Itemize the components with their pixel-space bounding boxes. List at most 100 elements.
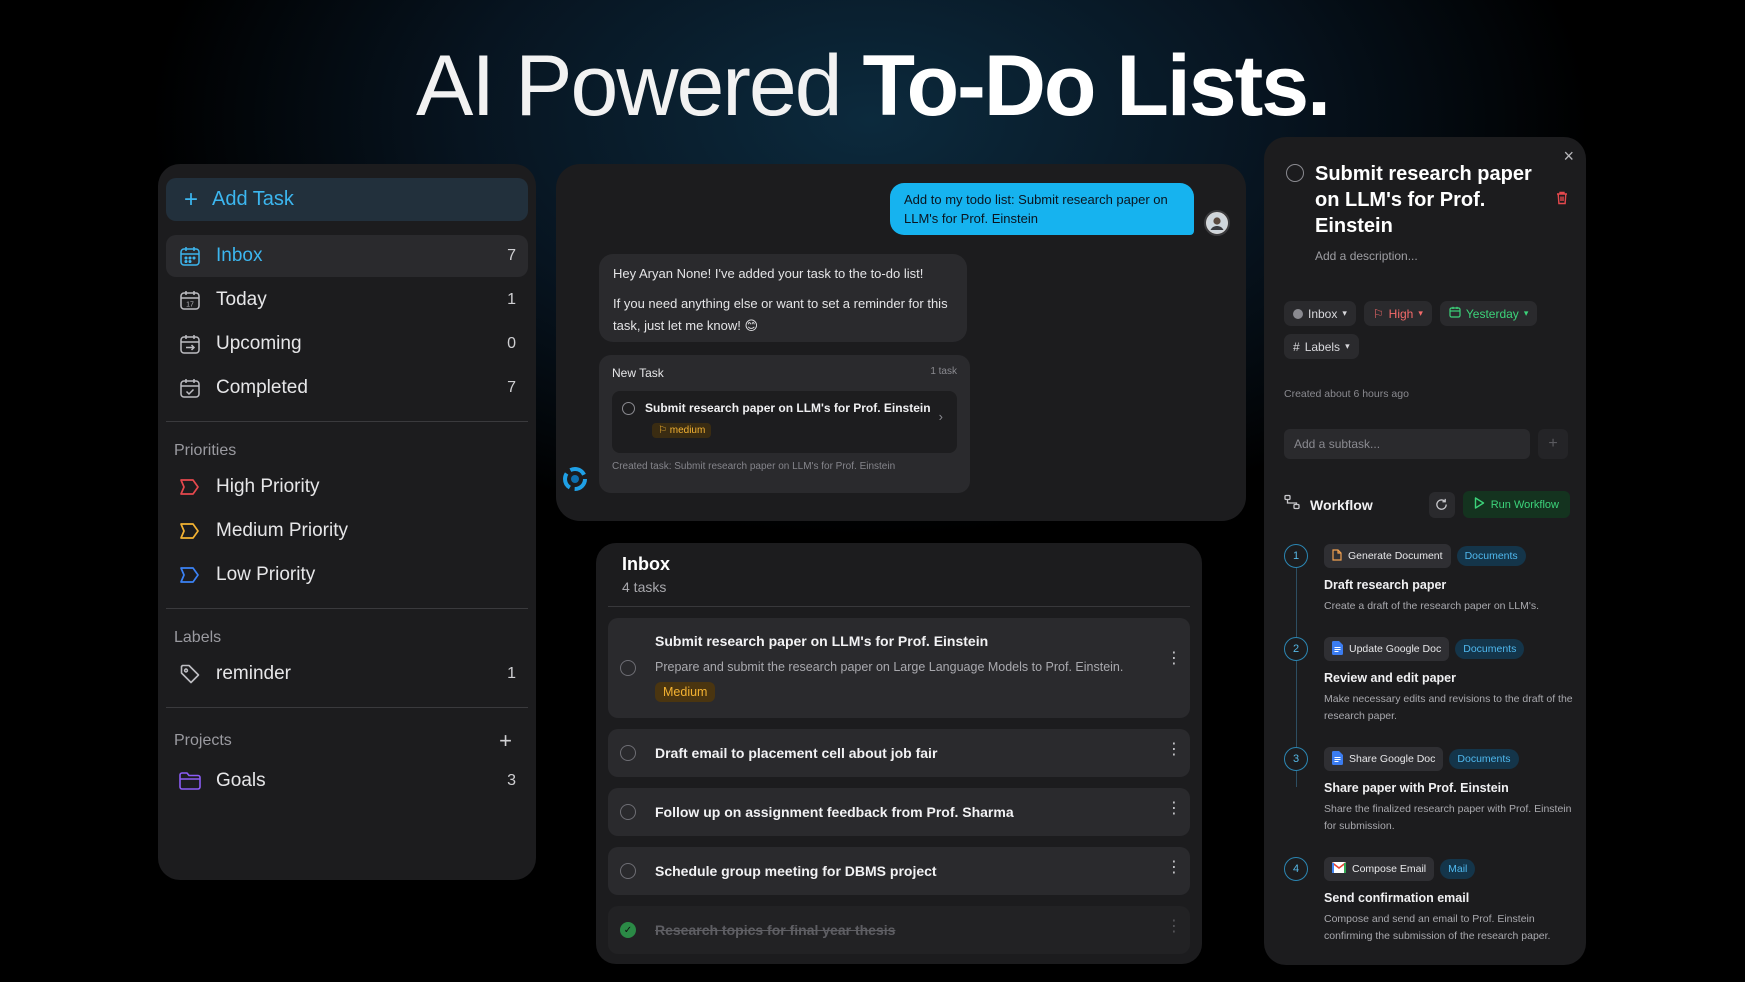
refresh-workflow-button[interactable] <box>1428 491 1455 518</box>
hero-heading: AI Powered To-Do Lists. <box>0 36 1745 136</box>
projects-title: Projects <box>174 732 232 749</box>
more-vertical-icon[interactable]: ⋮ <box>1166 860 1182 876</box>
task-checkbox[interactable] <box>622 401 635 415</box>
new-task-card-item[interactable]: Submit research paper on LLM's for Prof.… <box>612 391 957 453</box>
workflow-step[interactable]: 4 Compose Email Mail Send confirmation e… <box>1284 857 1574 952</box>
sidebar-item-medium-priority[interactable]: Medium Priority <box>166 510 528 552</box>
chevron-down-icon: ▾ <box>1342 308 1347 318</box>
due-date-label: Yesterday <box>1465 306 1519 321</box>
step-number: 1 <box>1284 544 1308 568</box>
sidebar-item-label: High Priority <box>216 476 320 497</box>
new-task-card: New Task 1 task Submit research paper on… <box>599 355 970 493</box>
task-checkbox[interactable] <box>620 804 636 820</box>
project-dot-icon <box>1293 308 1303 319</box>
medium-priority-flag-icon <box>178 519 202 543</box>
sidebar-item-count: 7 <box>507 247 516 264</box>
task-checkbox[interactable] <box>620 745 636 761</box>
workflow-step[interactable]: 3 Share Google Doc Documents Share paper… <box>1284 747 1574 837</box>
created-timestamp: Created about 6 hours ago <box>1284 388 1409 400</box>
assistant-message-line: If you need anything else or want to set… <box>613 296 948 333</box>
sidebar-item-low-priority[interactable]: Low Priority <box>166 554 528 596</box>
more-vertical-icon[interactable]: ⋮ <box>1166 919 1182 935</box>
task-title: Research topics for final year thesis <box>655 922 896 938</box>
task-meta-chips: Inbox ▾ ⚐ High ▾ Yesterday ▾ <box>1284 301 1538 326</box>
subtask-input[interactable] <box>1284 429 1530 459</box>
completed-calendar-icon <box>178 376 202 400</box>
sidebar-item-count: 0 <box>507 335 516 352</box>
new-task-card-count: 1 task <box>930 366 957 377</box>
inbox-list-panel: Inbox 4 tasks Submit research paper on L… <box>596 543 1202 964</box>
add-subtask-button[interactable]: + <box>1538 429 1568 459</box>
tool-tag: Generate Document <box>1324 544 1451 568</box>
priorities-title: Priorities <box>174 442 237 459</box>
sidebar-item-count: 3 <box>507 772 516 789</box>
task-row[interactable]: Schedule group meeting for DBMS project … <box>608 847 1190 895</box>
sidebar-item-project-goals[interactable]: Goals 3 <box>166 760 528 802</box>
task-checkbox[interactable] <box>620 660 636 676</box>
new-task-card-title: New Task <box>612 366 664 380</box>
more-vertical-icon[interactable]: ⋮ <box>1166 651 1182 667</box>
task-title: Schedule group meeting for DBMS project <box>655 863 937 879</box>
sidebar-item-label-reminder[interactable]: reminder 1 <box>166 653 528 695</box>
sidebar-item-today[interactable]: 17 Today 1 <box>166 279 528 321</box>
category-tag: Documents <box>1456 546 1526 566</box>
task-title: Draft email to placement cell about job … <box>655 745 938 761</box>
tool-tag-label: Update Google Doc <box>1349 643 1442 655</box>
inbox-header: Inbox 4 tasks <box>608 543 1190 607</box>
run-workflow-button[interactable]: Run Workflow <box>1462 491 1570 518</box>
more-vertical-icon[interactable]: ⋮ <box>1166 801 1182 817</box>
task-row[interactable]: Submit research paper on LLM's for Prof.… <box>608 618 1190 718</box>
description-placeholder[interactable]: Add a description... <box>1315 249 1418 263</box>
task-complete-checkbox[interactable] <box>1286 164 1304 182</box>
workflow-title: Workflow <box>1310 496 1373 513</box>
workflow-step[interactable]: 2 Update Google Doc Documents Review and… <box>1284 637 1574 727</box>
priority-select[interactable]: ⚐ High ▾ <box>1363 301 1432 326</box>
task-description: Prepare and submit the research paper on… <box>655 660 1124 674</box>
trash-icon[interactable] <box>1556 191 1568 210</box>
sidebar-item-label: Low Priority <box>216 564 316 585</box>
sidebar-item-count: 1 <box>507 665 516 682</box>
tool-tag-label: Share Google Doc <box>1349 753 1436 765</box>
assistant-message-bubble: Hey Aryan None! I've added your task to … <box>599 254 967 342</box>
step-description: Compose and send an email to Prof. Einst… <box>1324 913 1551 942</box>
user-message-bubble: Add to my todo list: Submit research pap… <box>890 183 1194 235</box>
hero-bold-text: To-Do Lists. <box>862 38 1331 134</box>
add-task-button[interactable]: + Add Task <box>166 178 528 221</box>
inbox-task-count: 4 tasks <box>622 579 667 595</box>
category-tag: Documents <box>1449 749 1519 769</box>
svg-text:17: 17 <box>186 302 194 309</box>
chevron-down-icon: ▾ <box>1418 308 1423 318</box>
more-vertical-icon[interactable]: ⋮ <box>1166 742 1182 758</box>
add-project-button[interactable]: + <box>499 728 512 754</box>
sidebar-item-inbox[interactable]: Inbox 7 <box>166 235 528 277</box>
task-row-completed[interactable]: ✓ Research topics for final year thesis … <box>608 906 1190 954</box>
task-checkbox-checked[interactable]: ✓ <box>620 922 636 938</box>
close-icon[interactable]: × <box>1563 146 1574 167</box>
task-label-chips: # Labels ▾ <box>1284 334 1359 359</box>
project-select[interactable]: Inbox ▾ <box>1284 301 1356 326</box>
google-docs-icon <box>1332 640 1343 658</box>
tool-tag-label: Generate Document <box>1348 550 1443 562</box>
task-row[interactable]: Draft email to placement cell about job … <box>608 729 1190 777</box>
sidebar-item-label: Upcoming <box>216 333 302 354</box>
step-number: 4 <box>1284 857 1308 881</box>
sidebar-item-upcoming[interactable]: Upcoming 0 <box>166 323 528 365</box>
labels-select[interactable]: # Labels ▾ <box>1284 334 1359 359</box>
sidebar-item-label: Inbox <box>216 245 263 266</box>
sidebar-item-label: Goals <box>216 770 266 791</box>
due-date-select[interactable]: Yesterday ▾ <box>1439 301 1538 326</box>
workflow-step[interactable]: 1 Generate Document Documents Draft rese… <box>1284 544 1574 624</box>
tool-tag-label: Compose Email <box>1352 863 1427 875</box>
tool-tag: Share Google Doc <box>1324 747 1444 771</box>
task-row[interactable]: Follow up on assignment feedback from Pr… <box>608 788 1190 836</box>
task-detail-title[interactable]: Submit research paper on LLM's for Prof.… <box>1315 161 1535 239</box>
chat-panel: Add to my todo list: Submit research pap… <box>556 164 1246 521</box>
step-title: Share paper with Prof. Einstein <box>1324 781 1509 795</box>
task-checkbox[interactable] <box>620 863 636 879</box>
tag-icon <box>178 662 202 686</box>
sidebar-item-completed[interactable]: Completed 7 <box>166 367 528 409</box>
step-title: Send confirmation email <box>1324 891 1470 905</box>
sidebar-item-high-priority[interactable]: High Priority <box>166 466 528 508</box>
priority-badge: Medium <box>655 682 716 702</box>
step-description: Make necessary edits and revisions to th… <box>1324 693 1573 722</box>
